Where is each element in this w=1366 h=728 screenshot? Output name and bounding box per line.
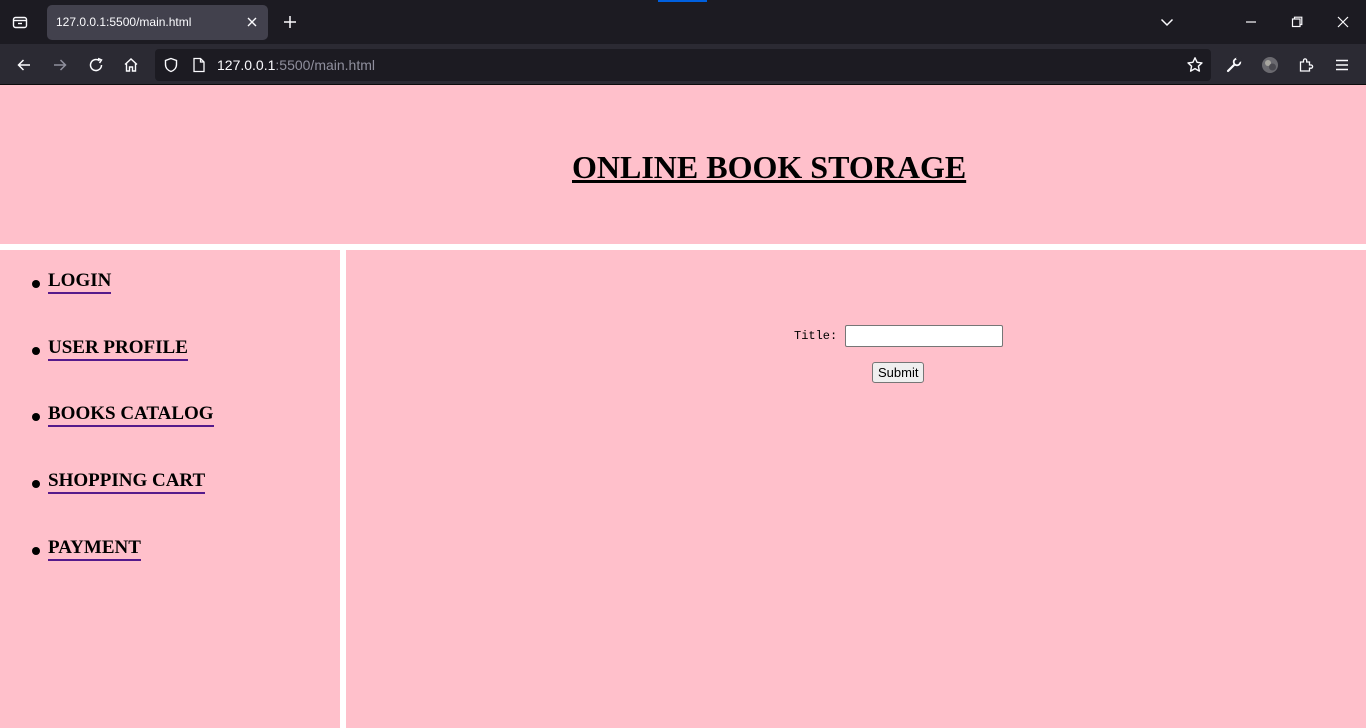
- extensions-icon[interactable]: [1293, 52, 1319, 78]
- browser-toolbar: 127.0.0.1:5500/main.html: [0, 44, 1366, 85]
- payment-link[interactable]: PAYMENT: [48, 537, 141, 561]
- tab-list-icon[interactable]: [8, 10, 32, 34]
- shopping-cart-link[interactable]: SHOPPING CART: [48, 470, 206, 495]
- title-form-row: Title:: [794, 325, 1004, 347]
- page-title: ONLINE BOOK STORAGE: [572, 149, 967, 185]
- wrench-icon[interactable]: [1221, 52, 1247, 78]
- user-profile-link[interactable]: USER PROFILE: [48, 337, 188, 361]
- window-close-icon[interactable]: [1329, 8, 1357, 36]
- account-icon[interactable]: [1257, 52, 1283, 78]
- login-link[interactable]: LOGIN: [48, 270, 112, 294]
- shield-icon[interactable]: [161, 55, 181, 75]
- close-icon[interactable]: [244, 14, 260, 30]
- nav-item-user-profile: USER PROFILE: [32, 337, 214, 404]
- star-icon[interactable]: [1185, 55, 1205, 75]
- sidebar-nav: LOGIN USER PROFILE BOOKS CATALOG SHOPPIN…: [0, 250, 340, 728]
- browser-tab-bar: 127.0.0.1:5500/main.html: [0, 0, 1366, 44]
- url-text[interactable]: 127.0.0.1:5500/main.html: [217, 57, 375, 73]
- books-catalog-link[interactable]: BOOKS CATALOG: [48, 403, 214, 428]
- nav-item-books-catalog: BOOKS CATALOG: [32, 403, 214, 470]
- nav-list: LOGIN USER PROFILE BOOKS CATALOG SHOPPIN…: [32, 270, 214, 603]
- forward-arrow-icon[interactable]: [47, 52, 73, 78]
- back-arrow-icon[interactable]: [11, 52, 37, 78]
- restore-icon[interactable]: [1283, 8, 1311, 36]
- reload-icon[interactable]: [83, 52, 109, 78]
- nav-item-payment: PAYMENT: [32, 537, 214, 604]
- bullet: [32, 280, 40, 288]
- url-path: :5500/main.html: [275, 57, 375, 73]
- nav-item-login: LOGIN: [32, 270, 214, 337]
- submit-button[interactable]: Submit: [872, 362, 925, 383]
- menu-icon[interactable]: [1329, 52, 1355, 78]
- minimize-icon[interactable]: [1237, 8, 1265, 36]
- bullet: [32, 413, 40, 422]
- title-input[interactable]: [845, 325, 1004, 347]
- tab-title: 127.0.0.1:5500/main.html: [56, 15, 192, 29]
- url-bar[interactable]: 127.0.0.1:5500/main.html: [155, 49, 1211, 81]
- nav-item-shopping-cart: SHOPPING CART: [32, 470, 214, 537]
- chevron-down-icon[interactable]: [1157, 12, 1177, 32]
- title-label: Title:: [794, 329, 838, 343]
- bullet: [32, 346, 40, 355]
- plus-icon[interactable]: [280, 12, 300, 32]
- tab-bar-accent: [658, 0, 707, 2]
- home-icon[interactable]: [118, 52, 144, 78]
- page-header: ONLINE BOOK STORAGE: [0, 85, 1366, 244]
- bullet: [32, 480, 40, 489]
- active-tab[interactable]: 127.0.0.1:5500/main.html: [47, 5, 268, 40]
- url-host: 127.0.0.1: [217, 57, 276, 73]
- bullet: [32, 546, 40, 555]
- page-icon[interactable]: [189, 55, 209, 75]
- page-viewport: ONLINE BOOK STORAGE LOGIN USER PROFILE B…: [0, 85, 1366, 728]
- main-content: Title: Submit: [346, 250, 1366, 728]
